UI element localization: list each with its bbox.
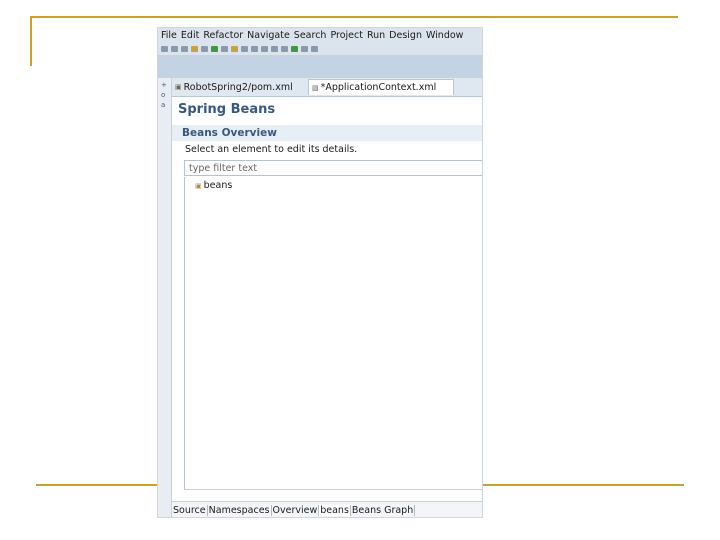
tab-beans-graph[interactable]: Beans Graph <box>351 504 416 516</box>
tab-source[interactable]: Source <box>172 504 208 516</box>
editor-tabs: ▣ RobotSpring2/pom.xml ▧ *ApplicationCon… <box>172 78 482 97</box>
minimized-views-strip: + o a <box>158 78 172 517</box>
tab-pom-xml-label: RobotSpring2/pom.xml <box>183 81 293 93</box>
last-edit-icon[interactable] <box>281 46 288 52</box>
tab-application-context[interactable]: ▧ *ApplicationContext.xml <box>308 79 454 95</box>
tab-beans[interactable]: beans <box>319 504 351 516</box>
run-icon[interactable] <box>211 46 218 52</box>
package-icon[interactable] <box>191 46 198 52</box>
menu-search[interactable]: Search <box>294 30 327 41</box>
toolbar <box>158 43 482 55</box>
xml-file-icon: ▣ <box>175 83 182 91</box>
save-icon[interactable] <box>171 46 178 52</box>
tab-application-context-label: *ApplicationContext.xml <box>320 82 437 93</box>
menu-run[interactable]: Run <box>367 30 385 41</box>
hierarchy-icon[interactable]: a <box>161 102 167 109</box>
editor-page-tabs: Source Namespaces Overview beans Beans G… <box>172 501 482 517</box>
package-explorer-icon[interactable]: o <box>161 92 167 99</box>
menu-project[interactable]: Project <box>330 30 363 41</box>
slide-left-line <box>30 16 32 66</box>
beans-tree: ▣ beans <box>184 177 482 490</box>
menu-edit[interactable]: Edit <box>181 30 199 41</box>
next-annotation-icon[interactable] <box>261 46 268 52</box>
forward-icon[interactable] <box>311 46 318 52</box>
back-icon[interactable] <box>301 46 308 52</box>
debug-icon[interactable] <box>201 46 208 52</box>
menu-window[interactable]: Window <box>426 30 463 41</box>
menu-refactor[interactable]: Refactor <box>203 30 243 41</box>
search-icon[interactable] <box>241 46 248 52</box>
spring-config-icon: ▧ <box>312 83 319 92</box>
run-dropdown-icon[interactable] <box>291 46 298 52</box>
menu-navigate[interactable]: Navigate <box>247 30 290 41</box>
menu-design[interactable]: Design <box>389 30 422 41</box>
page-title: Spring Beans <box>178 102 276 117</box>
eclipse-screenshot: File Edit Refactor Navigate Search Proje… <box>158 28 482 517</box>
section-title: Beans Overview <box>182 127 277 139</box>
toolbar-band <box>158 55 482 78</box>
open-type-icon[interactable] <box>251 46 258 52</box>
filter-input[interactable]: type filter text <box>184 160 482 176</box>
restore-icon[interactable]: + <box>161 82 167 89</box>
beans-node-icon: ▣ <box>195 181 202 190</box>
beans-editor: Spring Beans Beans Overview Select an el… <box>172 97 482 501</box>
tab-pom-xml[interactable]: ▣ RobotSpring2/pom.xml <box>172 79 308 95</box>
tab-namespaces[interactable]: Namespaces <box>208 504 272 516</box>
slide-top-line <box>30 16 678 18</box>
section-description: Select an element to edit its details. <box>185 144 358 155</box>
tab-overview[interactable]: Overview <box>272 504 320 516</box>
tree-item-label: beans <box>203 180 233 191</box>
tree-item-beans[interactable]: ▣ beans <box>195 180 232 191</box>
menu-bar: File Edit Refactor Navigate Search Proje… <box>158 28 482 43</box>
new-icon[interactable] <box>161 46 168 52</box>
menu-file[interactable]: File <box>161 30 177 41</box>
external-tools-icon[interactable] <box>221 46 228 52</box>
new-folder-icon[interactable] <box>231 46 238 52</box>
print-icon[interactable] <box>181 46 188 52</box>
prev-annotation-icon[interactable] <box>271 46 278 52</box>
